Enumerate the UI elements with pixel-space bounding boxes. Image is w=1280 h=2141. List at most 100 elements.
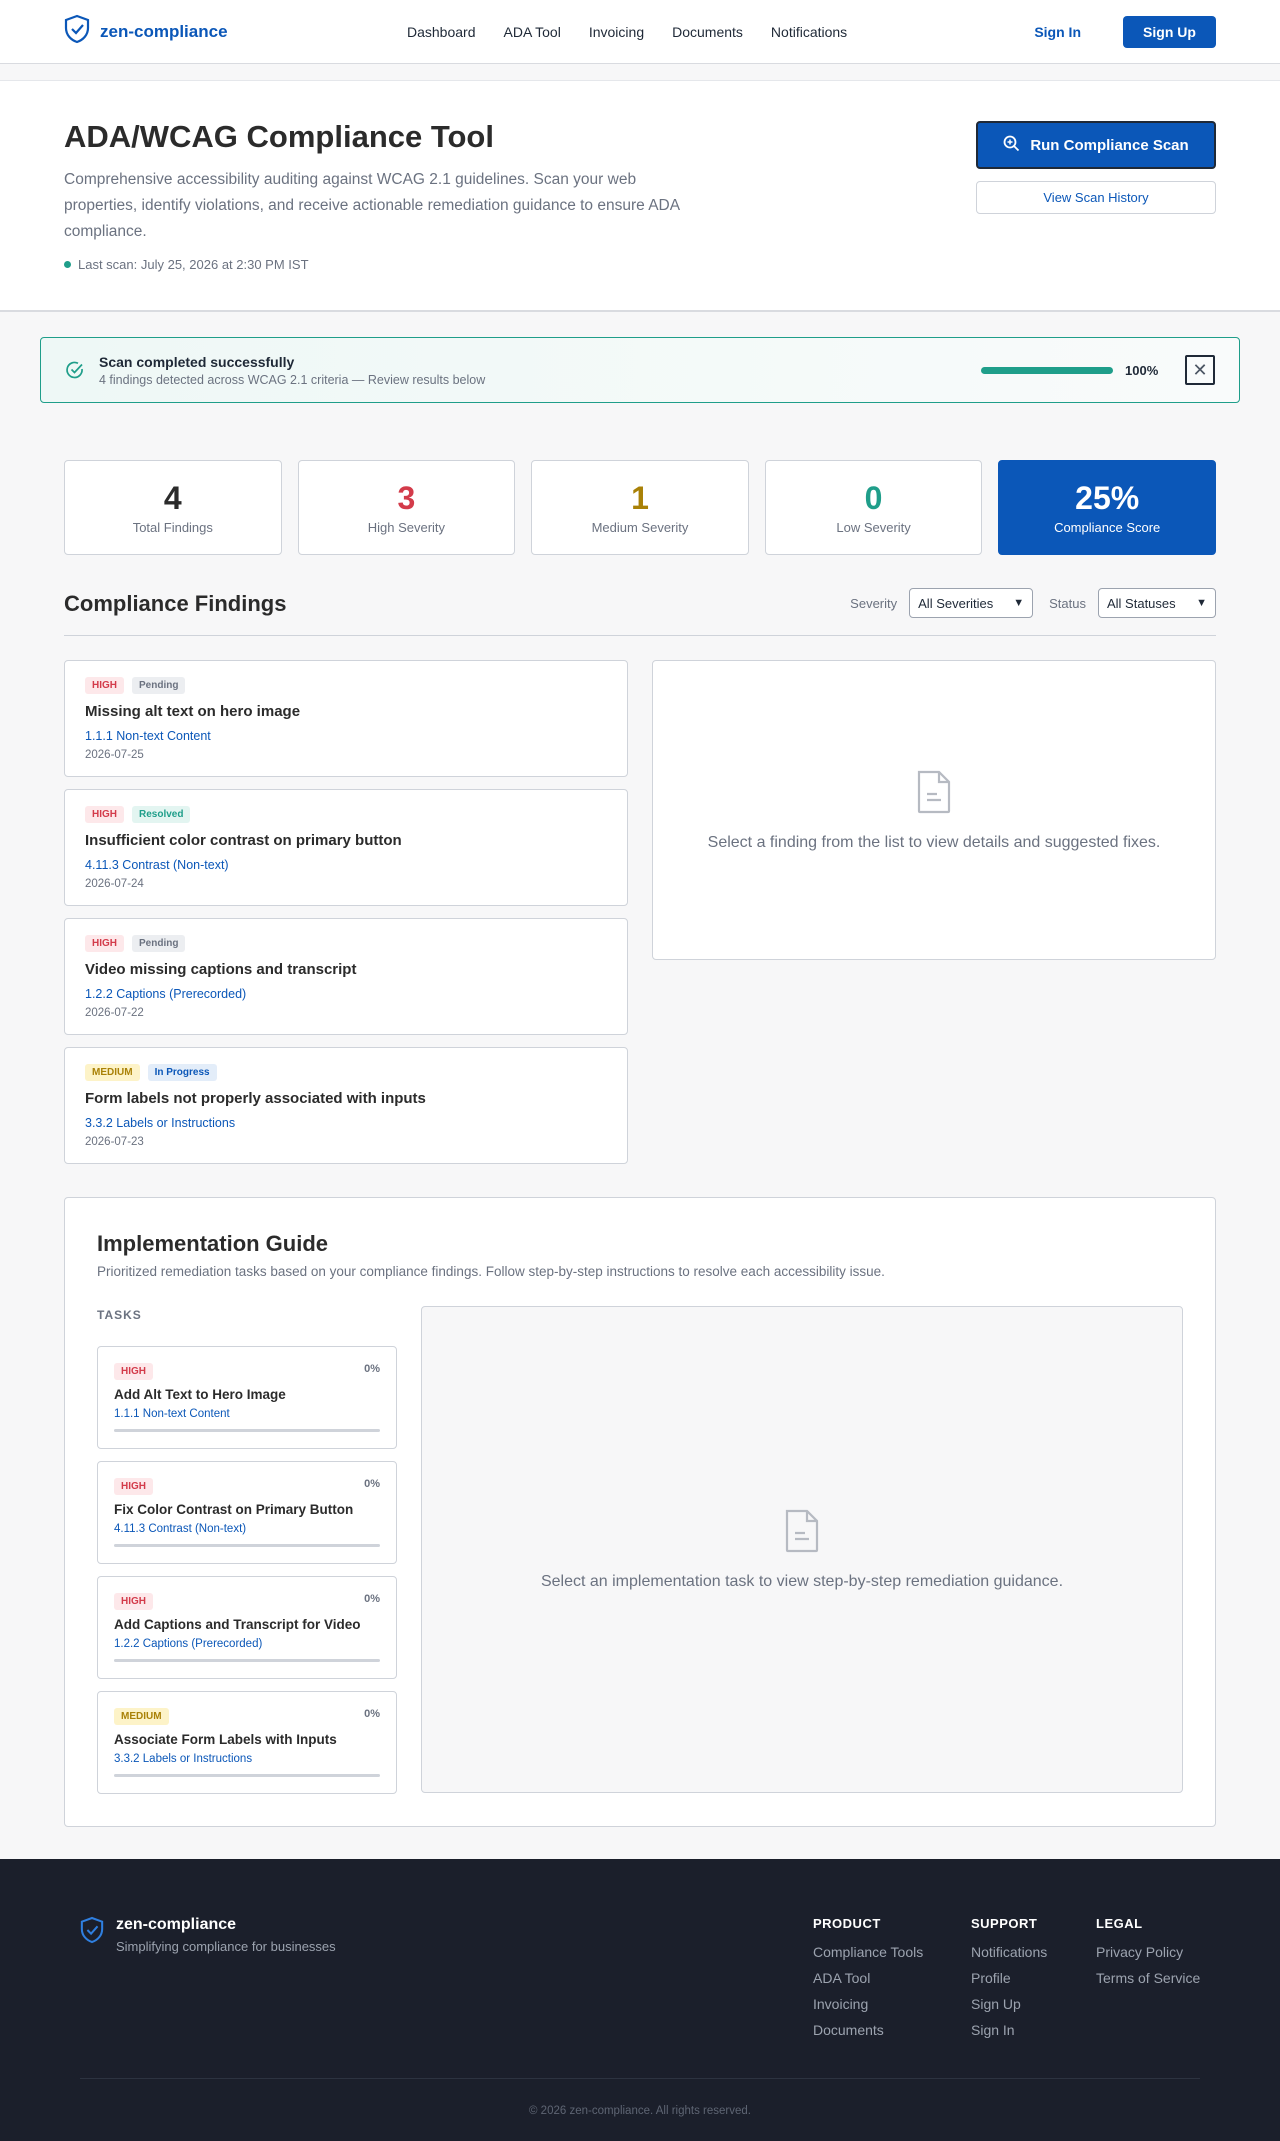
scan-progress-bar <box>981 367 1113 374</box>
task-wcag-ref: 4.11.3 Contrast (Non-text) <box>114 1523 247 1535</box>
footer-link[interactable]: Invoicing <box>813 1996 923 2012</box>
brand-name: zen-compliance <box>100 21 228 41</box>
finding-wcag-ref: 1.1.1 Non-text Content <box>85 729 211 743</box>
nav-dashboard[interactable]: Dashboard <box>407 24 476 40</box>
sign-in-button[interactable]: Sign In <box>1012 24 1103 40</box>
finding-date: 2026-07-24 <box>85 878 144 890</box>
guide-title: Implementation Guide <box>97 1231 329 1256</box>
last-scan: Last scan: July 25, 2026 at 2:30 PM IST <box>64 257 309 272</box>
finding-card[interactable]: HIGH Pending Missing alt text on hero ima… <box>64 660 628 777</box>
footer-link[interactable]: Notifications <box>971 1944 1047 1960</box>
footer-heading: LEGAL <box>1096 1916 1143 1931</box>
scan-success-banner: Scan completed successfully 4 findings d… <box>40 337 1240 403</box>
findings-title: Compliance Findings <box>64 591 287 616</box>
task-title: Fix Color Contrast on Primary Button <box>114 1502 354 1517</box>
status-filter-select[interactable]: All Statuses ▼ <box>1098 588 1216 618</box>
banner-subtitle: 4 findings detected across WCAG 2.1 crit… <box>99 372 486 387</box>
finding-card[interactable]: MEDIUM In Progress Form labels not proper… <box>64 1047 628 1164</box>
status-badge: In Progress <box>147 1064 217 1081</box>
nav-invoicing[interactable]: Invoicing <box>589 24 644 40</box>
finding-title: Insufficient color contrast on primary b… <box>85 832 402 849</box>
task-progress-bar <box>114 1429 380 1432</box>
stat-value: 25% <box>1075 480 1140 516</box>
hero-section: ADA/WCAG Compliance Tool Comprehensive a… <box>0 80 1280 312</box>
stat-low-severity: 0 Low Severity <box>764 460 983 555</box>
stat-label: High Severity <box>367 520 446 535</box>
task-wcag-ref: 3.3.2 Labels or Instructions <box>114 1753 253 1765</box>
document-icon <box>783 1508 821 1559</box>
footer-link[interactable]: Privacy Policy <box>1096 1944 1200 1960</box>
nav-ada-tool[interactable]: ADA Tool <box>504 24 561 40</box>
footer-link[interactable]: Sign In <box>971 2022 1047 2038</box>
stat-total-findings: 4 Total Findings <box>64 460 282 555</box>
footer-link[interactable]: Terms of Service <box>1096 1970 1200 1986</box>
footer-link[interactable]: ADA Tool <box>813 1970 923 1986</box>
brand-logo[interactable]: zen-compliance <box>64 14 228 49</box>
finding-card[interactable]: HIGH Pending Video missing captions and t… <box>64 918 628 1035</box>
task-card[interactable]: MEDIUM 0% Associate Form Labels with Inp… <box>97 1691 397 1794</box>
chevron-down-icon: ▼ <box>1013 597 1025 609</box>
close-banner-button[interactable]: ✕ <box>1185 355 1215 385</box>
finding-wcag-ref: 4.11.3 Contrast (Non-text) <box>85 858 229 872</box>
finding-date: 2026-07-23 <box>85 1136 144 1148</box>
view-history-button[interactable]: View Scan History <box>976 181 1216 214</box>
stat-value: 0 <box>864 480 883 516</box>
nav-documents[interactable]: Documents <box>672 24 743 40</box>
task-progress-bar <box>114 1659 380 1662</box>
stat-value: 1 <box>631 480 649 516</box>
sign-up-button[interactable]: Sign Up <box>1123 15 1216 48</box>
nav-notifications[interactable]: Notifications <box>771 24 847 40</box>
task-card[interactable]: HIGH 0% Add Alt Text to Hero Image 1.1.1… <box>97 1346 397 1449</box>
severity-badge: HIGH <box>85 677 124 694</box>
status-badge: Pending <box>132 677 186 694</box>
stat-label: Medium Severity <box>591 520 689 535</box>
implementation-guide: Implementation Guide Prioritized remedia… <box>64 1197 1216 1827</box>
stat-value: 4 <box>163 480 182 516</box>
task-wcag-ref: 1.1.1 Non-text Content <box>114 1408 230 1420</box>
severity-filter-select[interactable]: All Severities ▼ <box>909 588 1034 618</box>
finding-title: Video missing captions and transcript <box>85 961 357 978</box>
task-progress: 0% <box>364 1708 380 1720</box>
close-icon: ✕ <box>1192 359 1208 380</box>
footer-heading: PRODUCT <box>813 1916 881 1931</box>
task-progress-bar <box>114 1774 380 1777</box>
footer-column-product: PRODUCT Compliance Tools ADA Tool Invoic… <box>813 1916 923 2048</box>
footer-tagline: Simplifying compliance for businesses <box>116 1939 336 1954</box>
footer-brand-name: zen-compliance <box>116 1916 237 1933</box>
task-progress: 0% <box>364 1363 380 1375</box>
finding-card[interactable]: HIGH Resolved Insufficient color contrast… <box>64 789 628 906</box>
footer-link[interactable]: Profile <box>971 1970 1047 1986</box>
stat-label: Total Findings <box>132 520 213 535</box>
severity-badge: HIGH <box>85 806 124 823</box>
severity-filter-value: All Severities <box>918 595 994 611</box>
severity-badge: MEDIUM <box>114 1708 169 1725</box>
footer-link[interactable]: Sign Up <box>971 1996 1047 2012</box>
main-nav: Dashboard ADA Tool Invoicing Documents N… <box>407 0 847 64</box>
findings-filters: Severity All Severities ▼ Status All Stat… <box>850 588 1216 618</box>
task-card[interactable]: HIGH 0% Fix Color Contrast on Primary Bu… <box>97 1461 397 1564</box>
task-wcag-ref: 1.2.2 Captions (Prerecorded) <box>114 1638 263 1650</box>
task-title: Add Alt Text to Hero Image <box>114 1387 286 1402</box>
footer-link[interactable]: Compliance Tools <box>813 1944 923 1960</box>
page-description: Comprehensive accessibility auditing aga… <box>64 171 680 240</box>
finding-wcag-ref: 1.2.2 Captions (Prerecorded) <box>85 987 247 1001</box>
findings-list: HIGH Pending Missing alt text on hero ima… <box>64 660 628 1176</box>
task-empty-message: Select an implementation task to view st… <box>540 1573 1064 1590</box>
task-progress: 0% <box>364 1478 380 1490</box>
task-card[interactable]: HIGH 0% Add Captions and Transcript for … <box>97 1576 397 1679</box>
guide-description: Prioritized remediation tasks based on y… <box>97 1264 885 1279</box>
scan-progress-label: 100% <box>1125 363 1159 378</box>
stat-value: 3 <box>397 480 416 516</box>
severity-badge: MEDIUM <box>85 1064 140 1081</box>
stat-label: Compliance Score <box>1054 520 1161 535</box>
task-detail-panel: Select an implementation task to view st… <box>421 1306 1183 1793</box>
run-scan-button[interactable]: Run Compliance Scan <box>976 121 1216 169</box>
task-title: Add Captions and Transcript for Video <box>114 1617 361 1632</box>
status-badge: Pending <box>132 935 186 952</box>
status-filter-value: All Statuses <box>1107 595 1176 611</box>
tasks-label: TASKS <box>97 1308 142 1322</box>
footer-link[interactable]: Documents <box>813 2022 923 2038</box>
stats-row: 4 Total Findings 3 High Severity 1 Medium S… <box>64 460 1216 555</box>
run-scan-label: Run Compliance Scan <box>1030 136 1189 154</box>
top-header: zen-compliance Dashboard ADA Tool Invoic… <box>0 0 1280 64</box>
